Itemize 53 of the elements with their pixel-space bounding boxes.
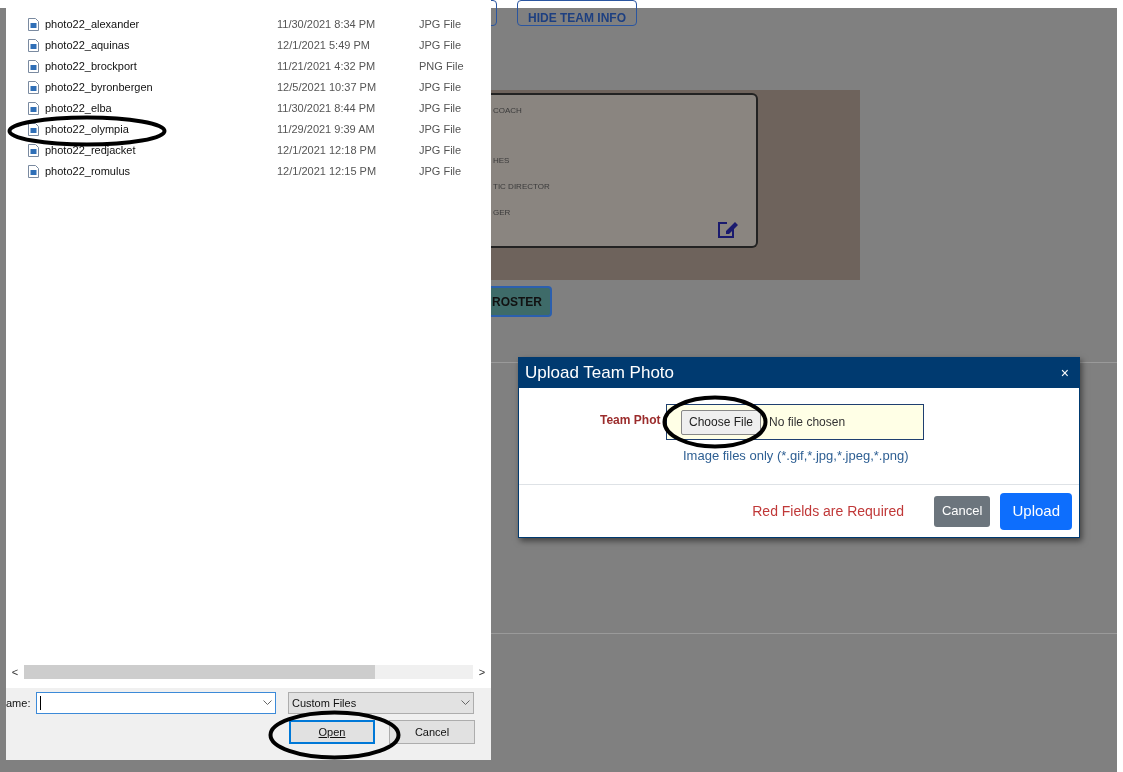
file-type: JPG File [419,16,462,32]
file-name-label: ame: [6,695,32,711]
file-name: photo22_elba [45,100,113,116]
team-card-text: TIC DIRECTOR [493,181,551,193]
file-row[interactable]: photo22_romulus 12/1/2021 12:15 PM JPG File [28,163,491,179]
open-button[interactable]: Open [289,720,375,744]
modal-title: Upload Team Photo [525,362,674,385]
file-type: JPG File [419,142,462,158]
file-row[interactable]: photo22_redjacket 12/1/2021 12:18 PM JPG File [28,142,491,158]
choose-file-button[interactable]: Choose File [681,409,762,435]
file-type-hint: Image files only (*.gif,*.jpg,*.jpeg,*.png) [683,447,910,465]
close-button[interactable]: × [1056,362,1073,384]
file-type: JPG File [419,79,462,95]
file-name: photo22_byronbergen [45,79,154,95]
file-row[interactable]: photo22_brockport 11/21/2021 4:32 PM PNG File [28,58,491,74]
team-card-text: HES [493,155,511,167]
file-date: 12/1/2021 5:49 PM [277,37,371,53]
file-name: photo22_alexander [45,16,141,32]
file-name: photo22_olympia [45,121,130,137]
scroll-left-arrow[interactable]: < [6,663,24,681]
required-note: Red Fields are Required [752,501,904,521]
file-date: 11/30/2021 8:34 PM [277,16,377,32]
file-name: photo22_aquinas [45,37,131,53]
cancel-button[interactable]: Cancel [389,720,475,744]
team-card-text: GER [493,207,512,219]
file-date: 11/29/2021 9:39 AM [277,121,376,137]
file-row[interactable]: photo22_aquinas 12/1/2021 5:49 PM JPG File [28,37,491,53]
file-date: 11/21/2021 4:32 PM [277,58,377,74]
file-row[interactable]: photo22_elba 11/30/2021 8:44 PM JPG File [28,100,491,116]
file-name: photo22_redjacket [45,142,137,158]
file-type: JPG File [419,121,462,137]
file-row[interactable]: photo22_alexander 11/30/2021 8:34 PM JPG File [28,16,491,32]
file-name: photo22_romulus [45,163,131,179]
upload-button[interactable]: Upload [1000,492,1072,530]
scroll-right-arrow[interactable]: > [473,663,491,681]
file-date: 12/5/2021 10:37 PM [277,79,378,95]
file-type-value: Custom Files [292,695,357,711]
file-row[interactable]: photo22_byronbergen 12/5/2021 10:37 PM JPG File [28,79,491,95]
file-name: photo22_brockport [45,58,138,74]
file-type: JPG File [419,163,462,179]
cancel-button[interactable]: Cancel [934,495,991,527]
file-type: PNG File [419,58,464,74]
file-type: JPG File [419,37,462,53]
file-type-select[interactable]: Custom Files [288,692,474,714]
file-date: 12/1/2021 12:18 PM [277,142,378,158]
team-card-text: COACH [493,105,523,117]
file-row[interactable]: photo22_olympia 11/29/2021 9:39 AM JPG File [28,121,491,137]
file-input-field[interactable]: Choose File No file chosen [666,404,924,440]
file-status-text: No file chosen [769,414,846,431]
file-date: 12/1/2021 12:15 PM [277,163,378,179]
file-date: 11/30/2021 8:44 PM [277,100,377,116]
file-type: JPG File [419,100,462,116]
team-photo-label: Team Phot [600,412,662,429]
